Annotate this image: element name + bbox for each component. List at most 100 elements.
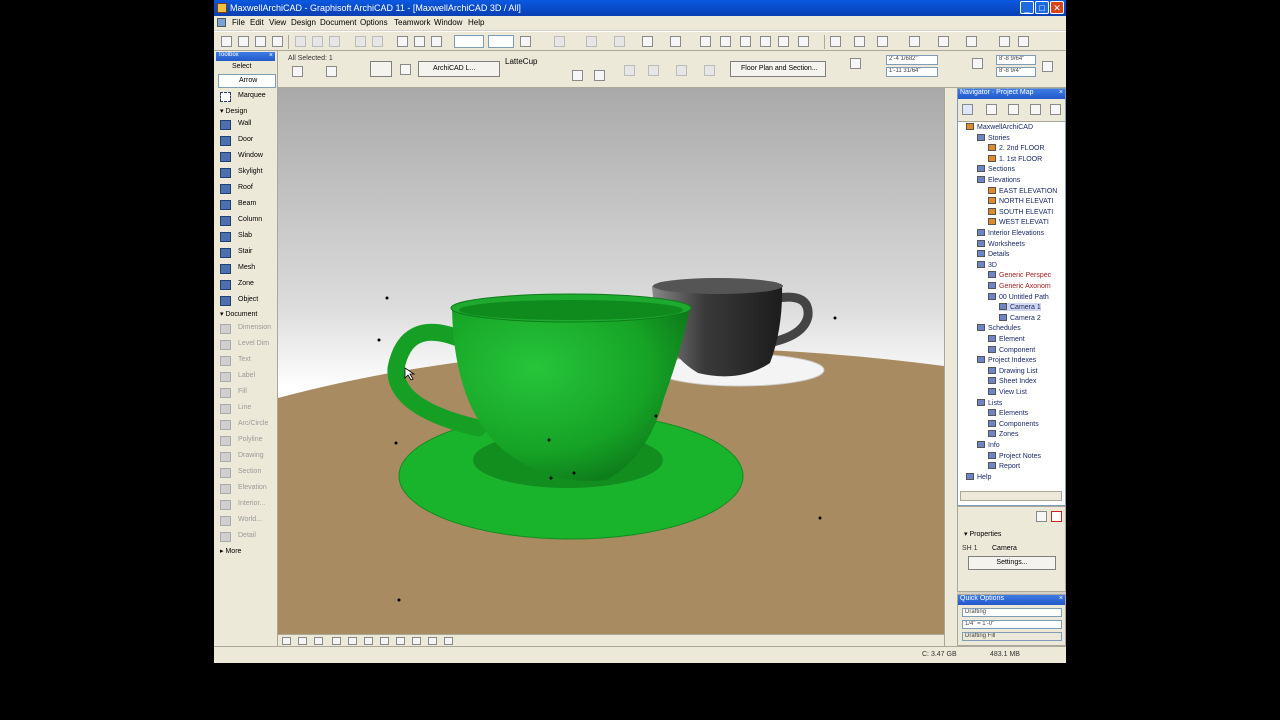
redo-icon[interactable] (372, 36, 383, 47)
tree-item[interactable]: Zones (988, 430, 1018, 438)
tool-line[interactable]: Line (218, 402, 276, 416)
find-select-icon[interactable] (397, 36, 408, 47)
open-icon[interactable] (238, 36, 249, 47)
tree-item[interactable]: Components (988, 419, 1039, 428)
cut-icon[interactable] (295, 36, 306, 47)
tree-item[interactable]: Stories (977, 133, 1010, 142)
tree-item[interactable]: Interior Elevations (977, 229, 1044, 237)
arrange-icon[interactable] (642, 36, 653, 47)
tree-item[interactable]: Report (988, 462, 1020, 470)
tree-item[interactable]: 1. 1st FLOOR (988, 154, 1042, 163)
walk-icon[interactable] (1018, 36, 1029, 47)
tool-wall[interactable]: Wall (218, 118, 276, 132)
tree-item[interactable]: Drawing List (988, 366, 1038, 375)
3d-viewport[interactable] (278, 88, 944, 634)
navigator-icon[interactable] (966, 36, 977, 47)
step-back-icon[interactable] (572, 70, 583, 81)
tree-item[interactable]: Info (977, 441, 1000, 449)
tree-item[interactable]: Element (988, 335, 1025, 343)
tool-stair[interactable]: Stair (218, 246, 276, 260)
pan-icon[interactable] (364, 637, 373, 645)
tool-zone[interactable]: Zone (218, 278, 276, 292)
tool-object[interactable]: Object (218, 294, 276, 308)
tree-item[interactable]: EAST ELEVATION (988, 186, 1057, 195)
tool-column[interactable]: Column (218, 214, 276, 228)
refresh-icon[interactable] (412, 637, 421, 645)
tree-item[interactable]: Elements (988, 409, 1028, 417)
render-icon[interactable] (938, 36, 949, 47)
drag-icon[interactable] (778, 36, 789, 47)
tool-beam[interactable]: Beam (218, 198, 276, 212)
tree-item[interactable]: Sheet Index (988, 377, 1036, 385)
tree-item[interactable]: 2. 2nd FLOOR (988, 144, 1045, 152)
tree-item[interactable]: Schedules (977, 324, 1021, 332)
split-icon[interactable] (740, 36, 751, 47)
line-type-icon[interactable] (520, 36, 531, 47)
tool-window[interactable]: Window (218, 150, 276, 164)
tree-item[interactable]: Worksheets (977, 239, 1025, 248)
scale-combo[interactable]: 1/4" = 1'-0" (962, 620, 1062, 629)
maximize-button[interactable]: □ (1035, 1, 1049, 14)
zoom-in-small-icon[interactable] (428, 637, 437, 645)
menu-window[interactable]: Window (434, 18, 462, 27)
inject-icon[interactable] (431, 36, 442, 47)
menu-view[interactable]: View (269, 18, 286, 27)
pointer-icon[interactable] (292, 66, 303, 77)
tree-item[interactable]: Details (977, 250, 1009, 258)
organizer-icon[interactable] (1050, 104, 1061, 115)
tree-item[interactable]: Sections (977, 165, 1015, 173)
tree-item[interactable]: 00 Untitled Path (988, 292, 1049, 301)
more-section-label[interactable]: ▸ More (220, 547, 241, 555)
tree-item[interactable]: Lists (977, 398, 1002, 407)
publisher-icon[interactable] (1030, 104, 1041, 115)
tree-item[interactable]: Generic Axonom (988, 282, 1051, 290)
step-forward-icon[interactable] (594, 70, 605, 81)
section-icon[interactable] (830, 36, 841, 47)
pencil-icon[interactable] (798, 36, 809, 47)
tree-item[interactable]: SOUTH ELEVATI (988, 207, 1053, 216)
tool-text[interactable]: Text (218, 354, 276, 368)
vertical-scrollbar[interactable] (944, 88, 957, 646)
minimize-button[interactable]: _ (1020, 1, 1034, 14)
tree-item[interactable]: Camera 1 (999, 303, 1041, 312)
print-icon[interactable] (272, 36, 283, 47)
group-icon[interactable] (586, 36, 597, 47)
mesh-icon[interactable] (704, 65, 715, 76)
trim-icon[interactable] (700, 36, 711, 47)
close-button[interactable]: ✕ (1050, 1, 1064, 14)
close-icon[interactable]: × (269, 52, 273, 59)
tool-fill[interactable]: Fill (218, 386, 276, 400)
stretch-icon[interactable] (670, 36, 681, 47)
tree-item[interactable]: Project Notes (988, 451, 1041, 460)
layout-book-icon[interactable] (1008, 104, 1019, 115)
tree-item[interactable]: WEST ELEVATI (988, 218, 1049, 226)
camera-height-field[interactable]: 8'-8 9/64" (996, 55, 1036, 65)
target-height-field[interactable]: 8'-8 9/4" (996, 67, 1036, 77)
menu-options[interactable]: Options (360, 18, 388, 27)
zoom-out-small-icon[interactable] (444, 637, 453, 645)
lock-height-icon[interactable] (1042, 61, 1053, 72)
menu-edit[interactable]: Edit (250, 18, 264, 27)
tool-drawing[interactable]: Drawing (218, 450, 276, 464)
pick-up-icon[interactable] (414, 36, 425, 47)
tool-world[interactable]: World... (218, 514, 276, 528)
tool-roof[interactable]: Roof (218, 182, 276, 196)
coord-x-field[interactable]: 2'-4 1/682" (886, 55, 938, 65)
height-icon[interactable] (972, 58, 983, 69)
rotate-icon[interactable] (326, 66, 337, 77)
close-icon[interactable]: × (1059, 89, 1063, 96)
undo-icon[interactable] (355, 36, 366, 47)
drafting-combo[interactable]: Drafting (962, 608, 1062, 617)
tree-item[interactable]: Component (988, 345, 1035, 354)
tree-item[interactable]: NORTH ELEVATI (988, 197, 1053, 205)
tree-item[interactable]: MaxwellArchiCAD (966, 123, 1033, 131)
tool-polyline[interactable]: Polyline (218, 434, 276, 448)
tree-item[interactable]: Camera 2 (999, 313, 1041, 322)
zoom-previous-icon[interactable] (314, 637, 323, 645)
menu-teamwork[interactable]: Teamwork (394, 18, 430, 27)
drafting-fill-combo[interactable]: Drafting Fill (962, 632, 1062, 641)
tool-label[interactable]: Label (218, 370, 276, 384)
slab-icon[interactable] (676, 65, 687, 76)
settings-icon[interactable] (1036, 511, 1047, 522)
layer-combo[interactable] (454, 35, 484, 48)
